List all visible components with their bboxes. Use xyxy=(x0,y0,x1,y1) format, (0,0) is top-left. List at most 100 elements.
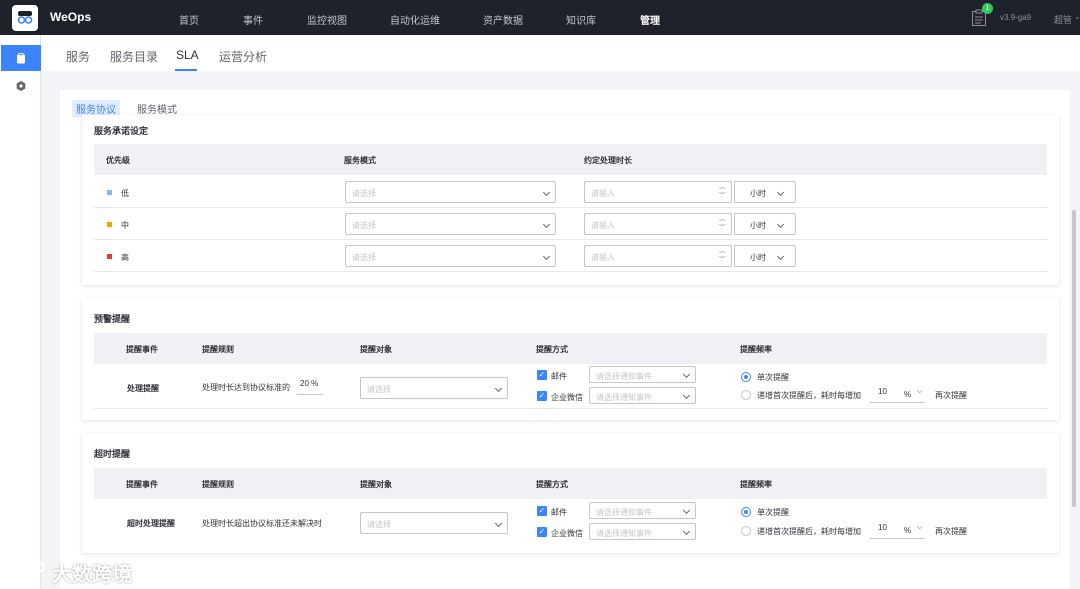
chevron-down-icon xyxy=(542,188,551,197)
nav-knowledge-base[interactable]: 知识库 xyxy=(566,12,596,27)
chevron-down-icon xyxy=(776,220,785,229)
method-label: 企业微信 xyxy=(551,393,583,402)
tab-service-catalog[interactable]: 服务目录 xyxy=(110,48,158,65)
unit-select[interactable]: 小时 xyxy=(734,181,796,203)
priority-label: 低 xyxy=(121,189,129,198)
method-label: 企业微信 xyxy=(551,529,583,538)
version-label: v3.9-ga9 xyxy=(1000,13,1032,22)
priority-medium-marker xyxy=(107,222,112,227)
top-navigation-bar: WeOps 首页 事件 监控视图 自动化运维 资产数据 知识库 管理 1 v3.… xyxy=(0,0,1080,35)
single-reminder-radio[interactable] xyxy=(741,372,751,382)
email-checkbox[interactable]: ✓ xyxy=(537,370,547,380)
frequency-label: 单次提醒 xyxy=(757,373,789,382)
unit-label[interactable]: % xyxy=(904,526,911,535)
header-priority: 优先级 xyxy=(106,156,130,165)
vertical-scrollbar[interactable] xyxy=(1072,210,1076,507)
unit-select[interactable]: 小时 xyxy=(734,213,796,235)
nav-home[interactable]: 首页 xyxy=(179,12,199,27)
nav-events[interactable]: 事件 xyxy=(243,12,263,27)
email-checkbox[interactable]: ✓ xyxy=(537,506,547,516)
header-frequency: 提醒频率 xyxy=(740,345,772,354)
chevron-down-icon xyxy=(542,252,551,261)
chevron-down-icon xyxy=(776,252,785,261)
sub-navigation: 服务 服务目录 SLA 运营分析 xyxy=(41,35,1080,71)
decrement-icon: ﹀ xyxy=(718,257,725,263)
header-target: 提醒对象 xyxy=(360,480,392,489)
rule-text: 处理时长达到协议标准的 xyxy=(202,383,290,392)
time-input[interactable]: 请输入 ︿ ﹀ xyxy=(584,213,732,235)
single-reminder-radio[interactable] xyxy=(741,507,751,517)
service-mode-select[interactable]: 请选择 xyxy=(345,213,556,235)
unit-select[interactable]: 小时 xyxy=(734,245,796,267)
rule-percent-input[interactable]: 20 % xyxy=(297,379,323,395)
notify-event-select[interactable]: 请选择通知事件 xyxy=(589,366,696,383)
header-frequency: 提醒频率 xyxy=(740,480,772,489)
unit-label[interactable]: % xyxy=(904,390,911,399)
user-menu[interactable]: 超管 xyxy=(1054,13,1072,26)
table-row: 中 请选择 请输入 ︿ ﹀ 小时 xyxy=(94,208,1047,240)
gear-icon xyxy=(16,81,26,91)
watermark-logo-icon xyxy=(11,562,45,578)
service-mode-select[interactable]: 请选择 xyxy=(345,181,556,203)
notify-event-select[interactable]: 请选择通知事件 xyxy=(589,387,696,404)
chevron-down-icon xyxy=(494,519,503,528)
increment-icon: ︿ xyxy=(718,185,725,191)
wecom-checkbox[interactable]: ✓ xyxy=(537,391,547,401)
sidebar-item-settings[interactable] xyxy=(1,75,41,97)
target-select[interactable]: 请选择 xyxy=(360,377,508,399)
method-label: 邮件 xyxy=(551,372,567,381)
chevron-down-icon[interactable]: ⌵ xyxy=(917,524,922,532)
incremental-reminder-radio[interactable] xyxy=(741,390,751,400)
warning-reminder-card: 预警提醒 提醒事件 提醒规则 提醒对象 提醒方式 提醒频率 处理提醒 处理时长达… xyxy=(82,298,1059,420)
chevron-down-icon xyxy=(542,220,551,229)
chevron-down-icon xyxy=(494,384,503,393)
nav-asset-data[interactable]: 资产数据 xyxy=(483,12,523,27)
service-mode-select[interactable]: 请选择 xyxy=(345,245,556,267)
table-row: 低 请选择 请输入 ︿ ﹀ 小时 xyxy=(94,176,1047,208)
table-header: 提醒事件 提醒规则 提醒对象 提醒方式 提醒频率 xyxy=(94,468,1047,499)
weops-logo-icon[interactable] xyxy=(12,5,38,31)
chevron-down-icon[interactable]: ⌵ xyxy=(917,388,922,396)
increment-icon: ︿ xyxy=(718,249,725,255)
clipboard-icon xyxy=(17,52,25,63)
tab-service[interactable]: 服务 xyxy=(66,48,90,65)
left-sidebar xyxy=(0,35,41,589)
method-label: 邮件 xyxy=(551,508,567,517)
tab-sla[interactable]: SLA xyxy=(176,48,199,62)
table-row: 高 请选择 请输入 ︿ ﹀ 小时 xyxy=(94,240,1047,272)
wecom-checkbox[interactable]: ✓ xyxy=(537,527,547,537)
notify-event-select[interactable]: 请选择通知事件 xyxy=(589,523,696,540)
increment-icon: ︿ xyxy=(718,217,725,223)
commitment-card: 服务承诺设定 优先级 服务模式 约定处理时长 低 请选择 请输入 ︿ ﹀ 小时 中 … xyxy=(82,115,1059,285)
frequency-label: 单次提醒 xyxy=(757,508,789,517)
frequency-label: 递增首次提醒后，耗时每增加 xyxy=(757,527,861,536)
header-agreed-time: 约定处理时长 xyxy=(584,156,632,165)
table-row: 超时处理提醒 处理时长超出协议标准还未解决时 请选择 ✓ 邮件 请选择通知事件 … xyxy=(94,500,1047,545)
time-input[interactable]: 请输入 ︿ ﹀ xyxy=(584,245,732,267)
notify-event-select[interactable]: 请选择通知事件 xyxy=(589,502,696,519)
chevron-down-icon xyxy=(776,188,785,197)
notification-badge: 1 xyxy=(982,3,993,14)
active-tab-indicator xyxy=(175,69,197,71)
priority-label: 高 xyxy=(121,253,129,262)
nav-monitor-view[interactable]: 监控视图 xyxy=(307,12,347,27)
sidebar-item-service[interactable] xyxy=(1,45,41,71)
priority-label: 中 xyxy=(121,221,129,230)
header-target: 提醒对象 xyxy=(360,345,392,354)
header-rule: 提醒规则 xyxy=(202,480,234,489)
priority-low-marker xyxy=(107,190,112,195)
header-event: 提醒事件 xyxy=(126,345,158,354)
table-header: 优先级 服务模式 约定处理时长 xyxy=(94,144,1047,175)
target-select[interactable]: 请选择 xyxy=(360,512,508,534)
header-event: 提醒事件 xyxy=(126,480,158,489)
time-input[interactable]: 请输入 ︿ ﹀ xyxy=(584,181,732,203)
chevron-down-icon xyxy=(682,391,691,400)
brand-name: WeOps xyxy=(50,10,92,24)
chevron-down-icon[interactable]: ⌄ xyxy=(1074,12,1080,21)
event-name: 处理提醒 xyxy=(127,384,159,393)
nav-management[interactable]: 管理 xyxy=(640,12,660,27)
nav-automation[interactable]: 自动化运维 xyxy=(390,12,440,27)
chevron-down-icon xyxy=(682,506,691,515)
incremental-reminder-radio[interactable] xyxy=(741,526,751,536)
tab-operation-analysis[interactable]: 运营分析 xyxy=(219,48,267,65)
